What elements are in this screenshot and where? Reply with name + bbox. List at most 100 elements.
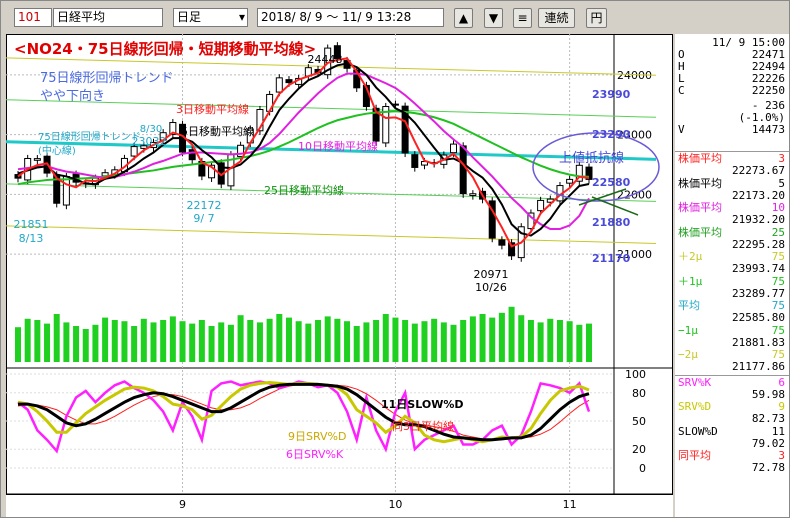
volume-bar xyxy=(421,321,428,362)
swing-low-1-price: 21851 xyxy=(14,218,49,231)
volume-bar xyxy=(24,318,31,362)
volume-bar xyxy=(324,316,331,362)
menu-button[interactable]: ≡ xyxy=(513,8,532,28)
panel-indicator-value: 22585.80 xyxy=(732,311,785,324)
srv-k-annotation: 6日SRV%K xyxy=(286,448,344,461)
candle-body xyxy=(130,146,138,157)
swing-high-price: 23032 xyxy=(132,135,167,148)
regression-trend-title: 75日線形回帰トレンド xyxy=(40,70,174,86)
candle-body xyxy=(498,239,506,246)
panel-indicator-value: 21881.83 xyxy=(732,335,785,349)
volume-bar xyxy=(460,320,467,362)
volume-bar xyxy=(73,326,80,362)
volume-bar xyxy=(256,322,263,362)
volume-bar xyxy=(63,322,70,362)
candle-body xyxy=(411,154,419,168)
panel-indicator-value: 22295.28 xyxy=(732,237,785,251)
month-label: 11 xyxy=(563,498,577,511)
osc-tick-label: 100 xyxy=(625,368,646,381)
candle-body xyxy=(33,158,41,161)
volume-bar xyxy=(247,320,254,362)
srv-d-annotation: 9日SRV%D xyxy=(288,430,346,443)
period-select[interactable]: 日足 ▾ xyxy=(173,8,248,27)
stock-name-field[interactable]: 日経平均 xyxy=(53,8,163,27)
volume-bar xyxy=(121,321,128,362)
volume-bar xyxy=(111,320,118,362)
volume-bar xyxy=(450,324,457,362)
volume-bar xyxy=(198,320,205,362)
volume-bar xyxy=(15,327,21,362)
up-arrow-button[interactable]: ▲ xyxy=(454,8,473,28)
volume-bar xyxy=(334,318,341,362)
panel-osc-value: 82.73 xyxy=(751,412,785,425)
panel-indicator-value: 22173.20 xyxy=(732,188,785,202)
yen-button[interactable]: 円 xyxy=(586,8,607,28)
volume-bar xyxy=(527,320,534,362)
panel-indicator-value: 21177.86 xyxy=(732,360,785,373)
panel-indicator-value: 23993.74 xyxy=(732,262,785,275)
volume-bar xyxy=(169,316,176,362)
volume-bar xyxy=(34,320,41,362)
chart-window: 101 日経平均 日足 ▾ 2018/ 8/ 9 〜 11/ 9 13:28 ▲ … xyxy=(0,0,790,518)
down-arrow-button[interactable]: ▼ xyxy=(484,8,503,28)
chevron-down-icon: ▾ xyxy=(238,10,245,24)
volume-bar xyxy=(373,320,380,362)
ma25-annotation: 25日移動平均線 xyxy=(264,183,344,197)
volume-bar xyxy=(508,306,515,362)
volume-bar xyxy=(44,323,51,362)
month-label: 9 xyxy=(179,498,186,511)
candle-body xyxy=(62,176,70,206)
panel-indicator-value: 23289.77 xyxy=(732,286,785,300)
volume-bar xyxy=(218,322,225,362)
volume-bar xyxy=(276,314,283,362)
volume-bar xyxy=(363,322,370,362)
candle-body xyxy=(275,77,283,93)
panel-osc-value: 79.02 xyxy=(751,436,785,450)
volume-bar xyxy=(140,318,147,362)
candle-body xyxy=(188,149,196,161)
volume-bar xyxy=(285,317,292,362)
panel-volume-row: V 14473 xyxy=(678,123,785,136)
panel-osc-value: 59.98 xyxy=(751,387,785,401)
resistance-circle xyxy=(532,132,660,202)
volume-bar xyxy=(402,320,409,362)
volume-bar xyxy=(131,326,138,362)
candlestick-chart: 240002300022000210009 10 11<NO24・75日線形回帰・短… xyxy=(6,34,673,511)
swing-high-date: 8/30 xyxy=(140,124,162,135)
panel-osc-label: SRV%K 6 xyxy=(678,375,785,389)
volume-bar xyxy=(382,314,389,362)
level-23990-label: 23990 xyxy=(592,88,631,101)
candle-body xyxy=(450,143,458,154)
menu-icon: ≡ xyxy=(517,11,528,25)
volume-bar xyxy=(305,323,312,362)
panel-indicator-label: −1μ 75 xyxy=(678,323,785,337)
candle-body xyxy=(537,199,545,212)
low-date-label: 10/26 xyxy=(475,281,507,294)
candle-body xyxy=(566,178,574,184)
level-23290-label: 23290 xyxy=(592,128,631,141)
panel-indicator-label: 株価平均 5 xyxy=(678,176,785,190)
level-21170-label: 21170 xyxy=(592,252,631,265)
regression-trend-subtitle: やや下向き xyxy=(40,88,105,104)
panel-indicator-value: 22273.67 xyxy=(732,164,785,177)
swing-low-2-date: 9/ 7 xyxy=(193,212,214,225)
regression-center-sub-annotation: (中心線) xyxy=(38,144,76,157)
down-arrow-icon: ▼ xyxy=(488,11,499,25)
volume-bar xyxy=(556,320,563,362)
osc-tick-label: 20 xyxy=(632,443,646,456)
volume-bar xyxy=(392,317,399,362)
volume-bar xyxy=(586,323,592,362)
volume-bar xyxy=(498,312,505,362)
panel-indicator-label: ＋1μ 75 xyxy=(678,274,785,288)
candle-body xyxy=(469,193,477,196)
volume-bar xyxy=(411,323,418,362)
ma10-annotation: 10日移動平均線 xyxy=(298,139,378,153)
swing-low-2-price: 22172 xyxy=(187,199,222,212)
volume-bar xyxy=(179,321,186,362)
continuous-button[interactable]: 連続 xyxy=(538,8,575,28)
stock-code-field[interactable]: 101 xyxy=(14,8,52,27)
volume-bar xyxy=(344,321,351,362)
value-panel: 11/ 9 15:00 - 236 (-1.0%) V 14473 O 22471 H… xyxy=(675,34,789,517)
volume-bar xyxy=(479,314,486,362)
panel-osc-label: SLOW%D 11 xyxy=(678,424,785,438)
